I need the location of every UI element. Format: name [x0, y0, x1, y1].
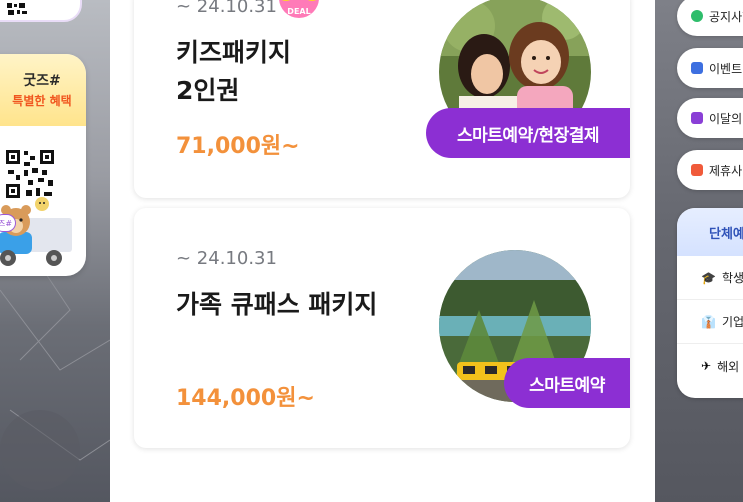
menu-item-label: 이벤트: [709, 61, 743, 76]
reservation-button-label: 스마트예약/현장결제: [457, 125, 599, 146]
group-reservation-title[interactable]: 단체예: [677, 208, 743, 256]
left-background: 굿즈# 특별한 혜택 즈#: [0, 0, 110, 502]
group-item-label: 해외: [717, 359, 740, 374]
group-reservation-card: 단체예 🎓 학생 👔 기업 ✈ 해외: [677, 208, 743, 398]
reservation-button-label: 스마트예약: [529, 375, 605, 396]
event-icon: [691, 62, 703, 74]
goods-subtitle: 특별한 혜택: [12, 94, 72, 108]
group-item-student[interactable]: 🎓 학생: [677, 256, 743, 300]
deal-label: DEAL: [287, 7, 310, 16]
menu-item-label: 공지사항: [709, 9, 743, 24]
graduation-cap-icon: 🎓: [701, 270, 716, 285]
menu-item-label: 제휴사: [709, 163, 743, 178]
calendar-icon: [691, 112, 703, 124]
qr-code-icon: [6, 2, 28, 16]
product-name-line1: 키즈패키지: [176, 38, 292, 67]
group-item-label: 학생: [721, 271, 743, 285]
product-price: 71,000원~: [176, 134, 300, 159]
product-card[interactable]: ~ 24.10.31 DEAL 키즈패키지 2인권 71,000원~ 스마트예약…: [134, 0, 630, 198]
partner-icon: [691, 164, 703, 176]
qr-code-icon: [4, 148, 56, 200]
group-item-overseas[interactable]: ✈ 해외: [677, 344, 743, 388]
menu-item-monthly[interactable]: 이달의: [677, 98, 743, 138]
product-period: ~ 24.10.31: [176, 248, 277, 269]
mascot-truck-illustration: [0, 197, 72, 266]
goods-card-header: 굿즈# 특별한 혜택: [0, 54, 86, 126]
goods-promo-card[interactable]: 굿즈# 특별한 혜택: [0, 54, 86, 276]
deal-badge-icon: DEAL: [279, 0, 319, 18]
notice-icon: [691, 10, 703, 22]
menu-item-notice[interactable]: 공지사항: [677, 0, 743, 36]
group-title-label: 단체예: [709, 226, 743, 242]
menu-item-partner[interactable]: 제휴사: [677, 150, 743, 190]
chat-bubble-text: 즈#: [0, 218, 13, 228]
necktie-icon: 👔: [701, 314, 716, 329]
product-price: 144,000원~: [176, 386, 315, 411]
product-period: ~ 24.10.31: [176, 0, 277, 17]
group-item-company[interactable]: 👔 기업: [677, 300, 743, 344]
product-name: 가족 큐패스 패키지: [176, 290, 378, 319]
background-pattern: [0, 250, 110, 490]
product-card[interactable]: ~ 24.10.31 가족 큐패스 패키지 144,000원~ 스마트예약: [134, 208, 630, 448]
menu-item-label: 이달의: [709, 111, 743, 126]
airplane-icon: ✈: [701, 359, 712, 373]
qr-card-top: [0, 0, 82, 22]
right-sidebar: 공지사항 이벤트 이달의 제휴사 단체예 🎓 학생 👔 기업 ✈ 해외: [655, 0, 743, 502]
product-name: 키즈패키지 2인권: [176, 34, 291, 110]
reservation-button[interactable]: 스마트예약/현장결제: [426, 108, 630, 158]
product-list-panel: ~ 24.10.31 DEAL 키즈패키지 2인권 71,000원~ 스마트예약…: [110, 0, 655, 502]
goods-title: 굿즈#: [23, 73, 61, 89]
menu-item-event[interactable]: 이벤트: [677, 48, 743, 88]
reservation-button[interactable]: 스마트예약: [504, 358, 630, 408]
group-item-label: 기업: [721, 315, 743, 329]
product-name-line2: 2인권: [176, 76, 240, 105]
